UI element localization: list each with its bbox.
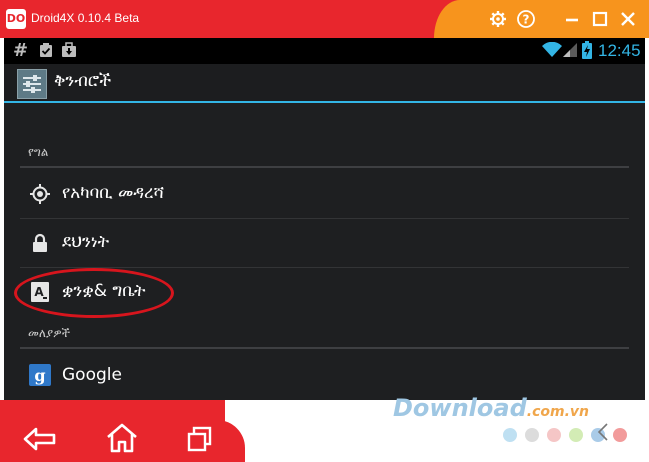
section-header-accounts: መለያዎች xyxy=(28,326,71,340)
back-icon[interactable] xyxy=(22,424,62,454)
settings-icon[interactable] xyxy=(487,8,509,30)
google-account-icon: g xyxy=(29,364,51,386)
lock-icon xyxy=(29,232,51,254)
bottom-bar-red-top xyxy=(0,400,225,422)
row-label-google: Google xyxy=(62,365,122,385)
signal-icon xyxy=(563,42,577,58)
wifi-icon xyxy=(542,41,562,58)
watermark-dot xyxy=(613,428,627,442)
hash-icon: # xyxy=(13,40,29,61)
highlight-circle-annotation xyxy=(14,268,174,318)
svg-text:?: ? xyxy=(523,13,530,27)
settings-row-security[interactable] xyxy=(20,219,629,267)
watermark-dot xyxy=(525,428,539,442)
chevron-left-icon xyxy=(596,422,610,442)
window-title: Droid4X 0.10.4 Beta xyxy=(31,11,140,25)
download-watermark: Download.com.vn xyxy=(393,394,589,422)
help-icon[interactable]: ? xyxy=(515,8,537,30)
location-icon xyxy=(29,183,51,205)
battery-icon xyxy=(582,41,592,59)
watermark-domain: .com.vn xyxy=(526,404,589,420)
watermark-dot xyxy=(569,428,583,442)
clipboard-check-icon xyxy=(38,42,54,58)
droid4x-logo: DO xyxy=(6,9,26,29)
row-label-security: ደህንነት xyxy=(62,232,110,252)
section-divider xyxy=(20,166,629,168)
recent-apps-icon[interactable] xyxy=(186,425,214,453)
settings-app-icon[interactable] xyxy=(17,69,47,99)
home-icon[interactable] xyxy=(105,422,139,454)
page-title: ቅንብሮች xyxy=(54,71,112,91)
watermark-dot xyxy=(547,428,561,442)
svg-text:g: g xyxy=(34,366,45,385)
minimize-icon[interactable] xyxy=(561,8,583,30)
maximize-icon[interactable] xyxy=(589,8,611,30)
watermark-text: Download xyxy=(393,394,527,422)
bag-download-icon xyxy=(61,42,77,58)
status-clock: 12:45 xyxy=(598,41,641,60)
watermark-dot xyxy=(503,428,517,442)
row-label-location: የአካባቢ መዳረሻ xyxy=(62,183,165,203)
close-icon[interactable] xyxy=(617,8,639,30)
section-divider xyxy=(20,347,629,349)
section-header-personal: የግል xyxy=(28,145,49,159)
